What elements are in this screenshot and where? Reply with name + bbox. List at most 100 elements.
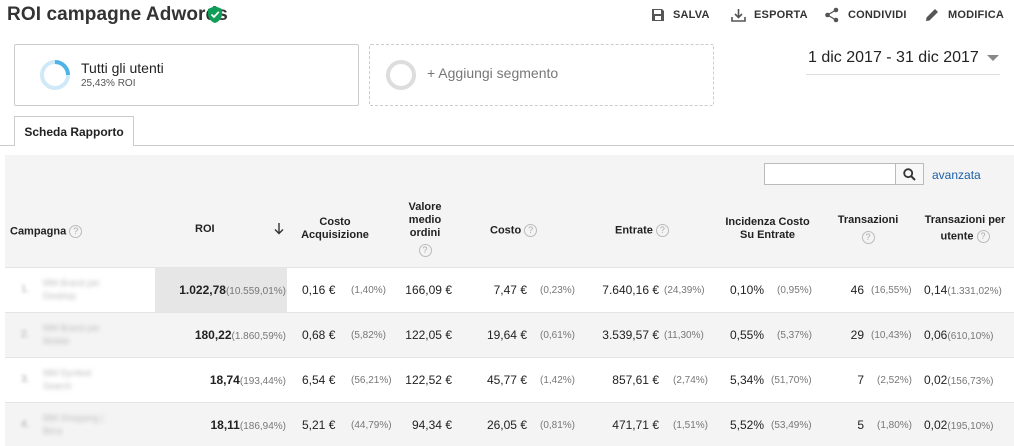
tpu-number: 0,14: [924, 283, 948, 297]
table-row[interactable]: 2. MM Brand per Mobile 180,22(1.860,59%) …: [5, 312, 1014, 357]
table-row[interactable]: 3. MM Dynfeet Search 18,74(193,44%) 6,54 …: [5, 357, 1014, 402]
incidence-percent: (5,37%): [777, 330, 813, 341]
help-icon[interactable]: ?: [524, 224, 538, 237]
tpu-value: 0,14(1.331,02%): [924, 283, 1002, 297]
roi-number: 18,74: [209, 373, 240, 387]
revenue-percent: (2,74%): [673, 375, 709, 386]
column-header-revenue[interactable]: Entrate?: [615, 224, 669, 237]
transactions-percent: (1,80%): [877, 420, 913, 431]
segment-name: Tutti gli utenti: [81, 60, 164, 76]
revenue-percent: (11,30%): [664, 330, 704, 341]
add-segment-button[interactable]: + Aggiungi segmento: [369, 44, 714, 106]
campaign-name-line-2: Mobile: [43, 336, 70, 346]
campaign-name-line-1: MM Brand per: [43, 323, 101, 333]
avg-order-value: 166,09 €: [405, 283, 452, 297]
caret-down-icon: [986, 55, 999, 61]
save-label: SALVA: [673, 9, 710, 21]
edit-icon: [926, 9, 938, 21]
transactions-value: 46: [850, 283, 864, 297]
help-icon[interactable]: ?: [861, 231, 875, 244]
column-header-campaign[interactable]: Campagna?: [10, 225, 83, 238]
help-icon[interactable]: ?: [418, 244, 432, 257]
incidence-header-line-2: Su Entrate: [739, 229, 795, 241]
roi-percent: (1.860,59%): [231, 331, 286, 342]
table-search-input[interactable]: [764, 163, 896, 185]
roi-percent: (186,94%): [239, 421, 286, 432]
column-header-roi[interactable]: ROI: [195, 223, 215, 236]
avg-order-value: 122,05 €: [405, 328, 452, 342]
avg-order-header-line-2: medio: [408, 214, 442, 226]
verified-shield-icon: [208, 6, 222, 23]
transactions-percent: (10,43%): [871, 330, 912, 341]
empty-segment-ring-icon: [386, 60, 416, 90]
segment-all-users[interactable]: Tutti gli utenti 25,43% ROI: [14, 44, 359, 106]
search-button[interactable]: [896, 163, 924, 185]
incidence-value: 5,52%: [730, 418, 765, 432]
campaign-link[interactable]: MM Shopping | Birra: [43, 412, 133, 438]
report-header: ROI campagne Adwords SALVA ESPORTA CONDI…: [0, 0, 1014, 32]
table-row[interactable]: 1. MM Brand per Desktop 1.022,78(10.559,0…: [5, 267, 1014, 312]
incidence-value: 5,34%: [730, 373, 765, 387]
avg-order-header-line-1: Valore: [408, 201, 442, 213]
tpu-percent: (1.331,02%): [947, 286, 1002, 297]
incidence-header-line-1: Incidenza Costo: [725, 216, 810, 228]
edit-label: MODIFICA: [948, 9, 1004, 21]
tab-report[interactable]: Scheda Rapporto: [14, 116, 134, 146]
campaign-link[interactable]: MM Brand per Mobile: [43, 322, 133, 348]
export-button[interactable]: ESPORTA: [731, 6, 808, 24]
save-button[interactable]: SALVA: [651, 6, 710, 24]
date-range-label: 1 dic 2017 - 31 dic 2017: [808, 49, 979, 66]
column-header-transactions-per-user[interactable]: Transazioni per utente?: [920, 214, 1010, 243]
edit-button[interactable]: MODIFICA: [924, 6, 1004, 24]
roi-value: 18,11(186,94%): [210, 418, 286, 432]
campaign-name-line-2: Search: [43, 381, 72, 391]
acquisition-cost-percent: (1,40%): [351, 285, 387, 296]
column-header-cost[interactable]: Costo?: [490, 224, 538, 237]
export-icon: [731, 9, 746, 22]
roi-percent: (10.559,01%): [225, 286, 286, 297]
segment-ring-icon: [40, 60, 70, 90]
campaign-link[interactable]: MM Brand per Desktop: [43, 277, 133, 303]
tab-divider: [0, 145, 1014, 146]
column-header-avg-order-value[interactable]: Valore medio ordini ?: [390, 201, 460, 257]
tpu-header-line-2: utente: [940, 230, 974, 243]
share-button[interactable]: CONDIVIDI: [824, 6, 907, 24]
page-title: ROI campagne Adwords: [7, 4, 228, 25]
row-number: 2.: [21, 329, 30, 340]
column-header-acquisition-cost[interactable]: Costo Acquisizione: [295, 216, 375, 242]
sort-arrow-down-icon[interactable]: [274, 223, 284, 235]
roi-number: 180,22: [194, 328, 232, 342]
help-icon[interactable]: ?: [655, 224, 669, 237]
help-icon[interactable]: ?: [69, 225, 83, 238]
incidence-percent: (53,49%): [771, 420, 812, 431]
revenue-value: 3.539,57 €: [602, 328, 659, 342]
revenue-header-label: Entrate: [615, 224, 653, 237]
table-row[interactable]: 4. MM Shopping | Birra 18,11(186,94%) 5,2…: [5, 402, 1014, 446]
export-label: ESPORTA: [754, 9, 808, 21]
campaign-name-line-1: MM Brand per: [43, 278, 101, 288]
tpu-number: 0,06: [924, 328, 948, 342]
acquisition-cost-header-line-1: Costo: [319, 216, 351, 228]
date-range-picker[interactable]: 1 dic 2017 - 31 dic 2017: [808, 49, 999, 67]
cost-value: 26,05 €: [486, 418, 527, 432]
acquisition-cost-percent: (5,82%): [351, 330, 387, 341]
transactions-percent: (2,52%): [877, 375, 913, 386]
segment-subtitle: 25,43% ROI: [81, 78, 136, 89]
column-header-transactions[interactable]: Transazioni ?: [835, 214, 901, 244]
campaign-link[interactable]: MM Dynfeet Search: [43, 367, 133, 393]
cost-percent: (0,81%): [540, 420, 576, 431]
roi-header-label: ROI: [195, 223, 215, 235]
row-number: 3.: [21, 374, 30, 385]
campaign-name-line-2: Birra: [43, 426, 63, 436]
help-icon[interactable]: ?: [976, 230, 990, 243]
tpu-number: 0,02: [924, 418, 948, 432]
save-icon: [652, 9, 664, 21]
advanced-search-link[interactable]: avanzata: [932, 168, 981, 182]
revenue-value: 471,71 €: [612, 418, 659, 432]
cost-value: 45,77 €: [486, 373, 527, 387]
column-header-cost-revenue-ratio[interactable]: Incidenza Costo Su Entrate: [720, 216, 815, 242]
acquisition-cost-header-line-2: Acquisizione: [301, 229, 369, 241]
add-segment-label: + Aggiungi segmento: [427, 65, 559, 81]
row-number: 4.: [21, 419, 30, 430]
acquisition-cost-value: 0,68 €: [302, 328, 336, 342]
